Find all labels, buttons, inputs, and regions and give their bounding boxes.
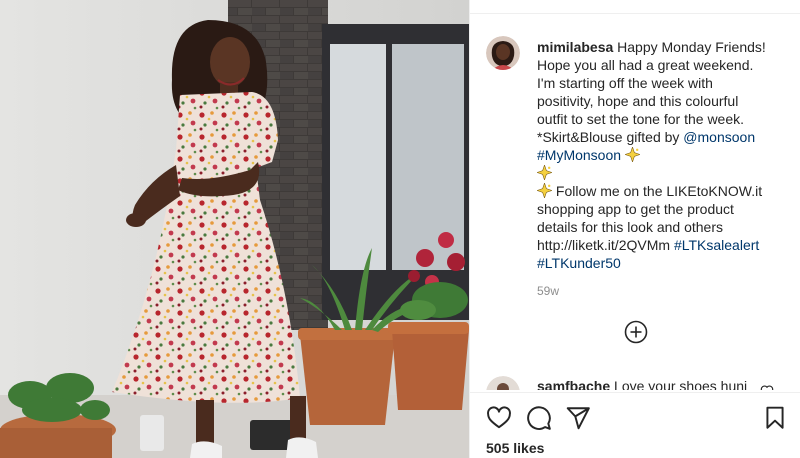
hashtag-link[interactable]: #MyMonsoon — [537, 147, 621, 163]
mention-link[interactable]: @monsoon — [683, 129, 755, 145]
hashtag-link[interactable]: #LTKunder50 — [537, 255, 621, 271]
heart-icon[interactable] — [486, 405, 512, 431]
likes-count[interactable]: 505 likes — [486, 440, 544, 456]
post-username[interactable]: mimilabesa — [537, 39, 613, 55]
sparkle-icon — [537, 165, 552, 180]
comment-username[interactable]: samfbache — [537, 378, 610, 390]
caption-line: Happy Monday Friends! — [613, 39, 766, 55]
caption-line: *Skirt&Blouse gifted by — [537, 129, 684, 145]
caption-link-text: http://liketk.it/2QVMm — [537, 237, 674, 253]
heart-icon[interactable] — [760, 384, 774, 390]
caption-line: outfit to set the tone for the week. — [537, 111, 745, 127]
sparkle-icon — [537, 183, 552, 198]
sparkle-icon — [624, 147, 640, 162]
post-side-panel: mimilabesa Happy Monday Friends! Hope yo… — [469, 0, 800, 458]
avatar-image — [486, 36, 520, 70]
avatar[interactable] — [486, 36, 520, 70]
comment-text: samfbache Love your shoes huni — [537, 377, 747, 390]
comment-avatar-image — [486, 376, 520, 390]
caption-line: details for this look and others — [537, 219, 723, 235]
plus-circle-icon[interactable] — [624, 320, 648, 344]
post-image — [0, 0, 469, 458]
post-timestamp[interactable]: 59w — [537, 284, 559, 298]
action-bar — [470, 392, 800, 432]
bookmark-icon[interactable] — [762, 405, 788, 431]
post-photo[interactable] — [0, 0, 469, 458]
caption-line: I'm starting off the week with — [537, 75, 713, 91]
comment-body: Love your shoes huni — [610, 378, 748, 390]
paper-plane-icon[interactable] — [565, 405, 591, 431]
caption-text: mimilabesa Happy Monday Friends! Hope yo… — [537, 38, 787, 272]
comment-item: samfbache Love your shoes huni — [486, 376, 796, 390]
caption-line: shopping app to get the product — [537, 201, 734, 217]
caption-line: Hope you all had a great weekend. — [537, 57, 754, 73]
caption-line: Follow me on the LIKEtoKNOW.it — [552, 183, 763, 199]
comment-icon[interactable] — [526, 405, 552, 431]
hashtag-link[interactable]: #LTKsalealert — [674, 237, 759, 253]
comment-avatar[interactable] — [486, 376, 520, 390]
divider — [470, 13, 800, 14]
caption-line: positivity, hope and this colourful — [537, 93, 739, 109]
